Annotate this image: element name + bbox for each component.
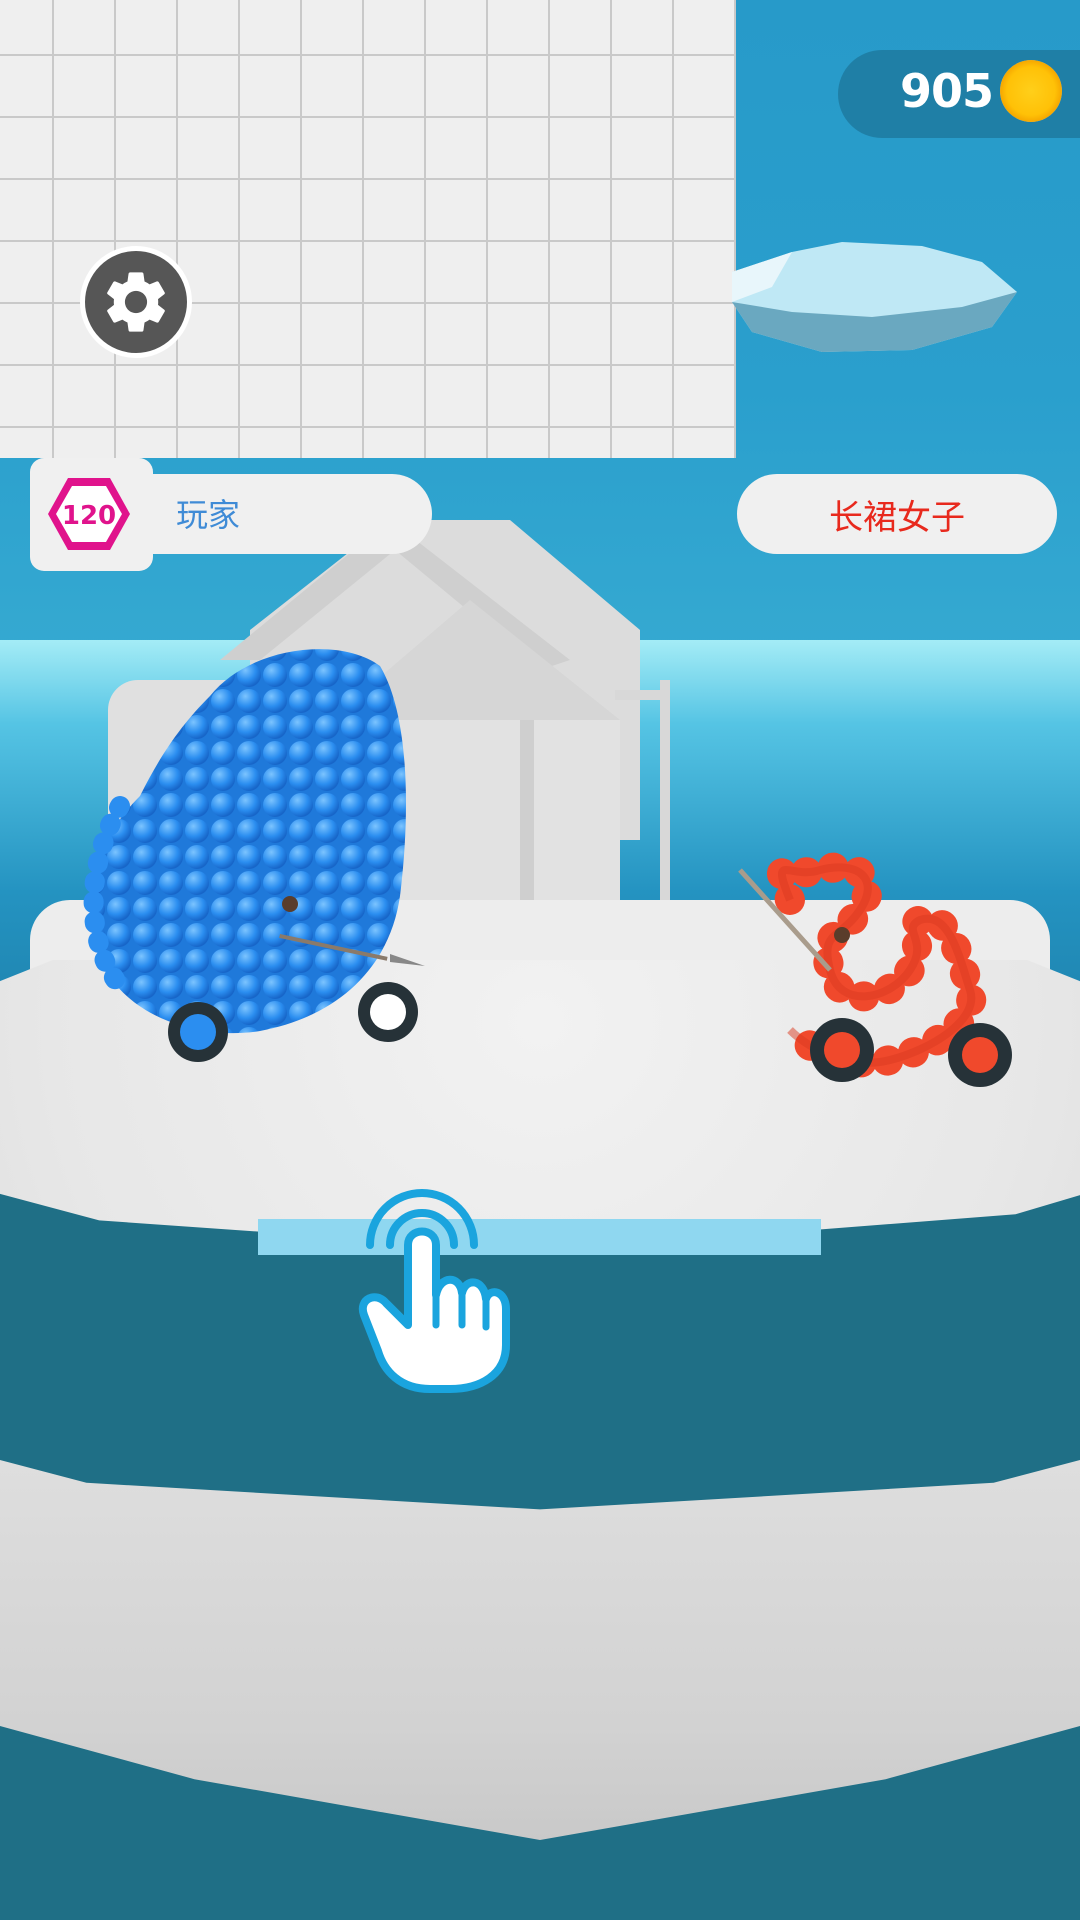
enemy-name-pill: 长裙女子	[737, 474, 1057, 554]
level-badge: 120	[48, 478, 130, 550]
tap-hand-icon	[358, 1189, 510, 1393]
enemy-vehicle	[738, 852, 1012, 1087]
arena-platform-side	[0, 1460, 1080, 1840]
gear-icon	[107, 272, 165, 332]
coin-count: 905	[900, 64, 994, 118]
settings-button[interactable]	[80, 246, 192, 358]
enemy-name: 长裙女子	[829, 497, 965, 538]
cloud	[732, 242, 1017, 352]
player-level: 120	[62, 501, 116, 531]
coin-icon	[1000, 60, 1062, 122]
player-name: 玩家	[176, 496, 241, 534]
player-vehicle	[83, 649, 425, 1062]
grid-wall	[0, 0, 736, 458]
drag-slider-track[interactable]	[258, 1219, 821, 1255]
